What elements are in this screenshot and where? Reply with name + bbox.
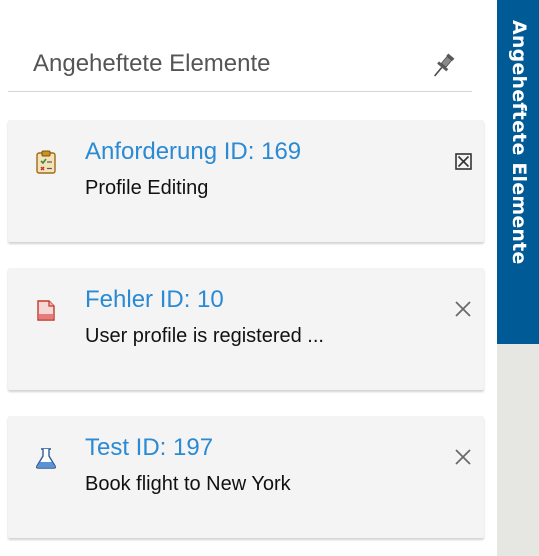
pinned-item-test[interactable]: Test ID: 197 Book flight to New York xyxy=(8,416,484,538)
item-title-link[interactable]: Anforderung ID: 169 xyxy=(85,138,301,166)
item-subtitle: Book flight to New York xyxy=(85,473,291,495)
item-title-link[interactable]: Fehler ID: 10 xyxy=(85,286,224,314)
sidebar-tab-label: Angeheftete Elemente xyxy=(508,20,530,265)
defect-document-icon xyxy=(34,298,58,322)
item-subtitle: User profile is registered ... xyxy=(85,325,324,347)
close-icon[interactable] xyxy=(450,444,476,470)
pinned-items-panel: Angeheftete Elemente Anforderung ID: 169… xyxy=(0,0,539,556)
item-title-link[interactable]: Test ID: 197 xyxy=(85,434,213,462)
pinned-item-defect[interactable]: Fehler ID: 10 User profile is registered… xyxy=(8,268,484,390)
pinned-items-sidebar-tab[interactable]: Angeheftete Elemente xyxy=(497,0,539,344)
test-flask-icon xyxy=(34,446,58,470)
pin-icon[interactable] xyxy=(426,51,460,81)
panel-header: Angeheftete Elemente xyxy=(8,38,472,92)
pinned-item-requirement[interactable]: Anforderung ID: 169 Profile Editing xyxy=(8,120,484,242)
requirement-clipboard-icon xyxy=(34,150,58,174)
boxed-close-icon[interactable] xyxy=(450,148,476,174)
right-sidebar: Angeheftete Elemente xyxy=(497,0,539,556)
panel-title: Angeheftete Elemente xyxy=(33,50,271,77)
item-subtitle: Profile Editing xyxy=(85,177,209,199)
close-icon[interactable] xyxy=(450,296,476,322)
